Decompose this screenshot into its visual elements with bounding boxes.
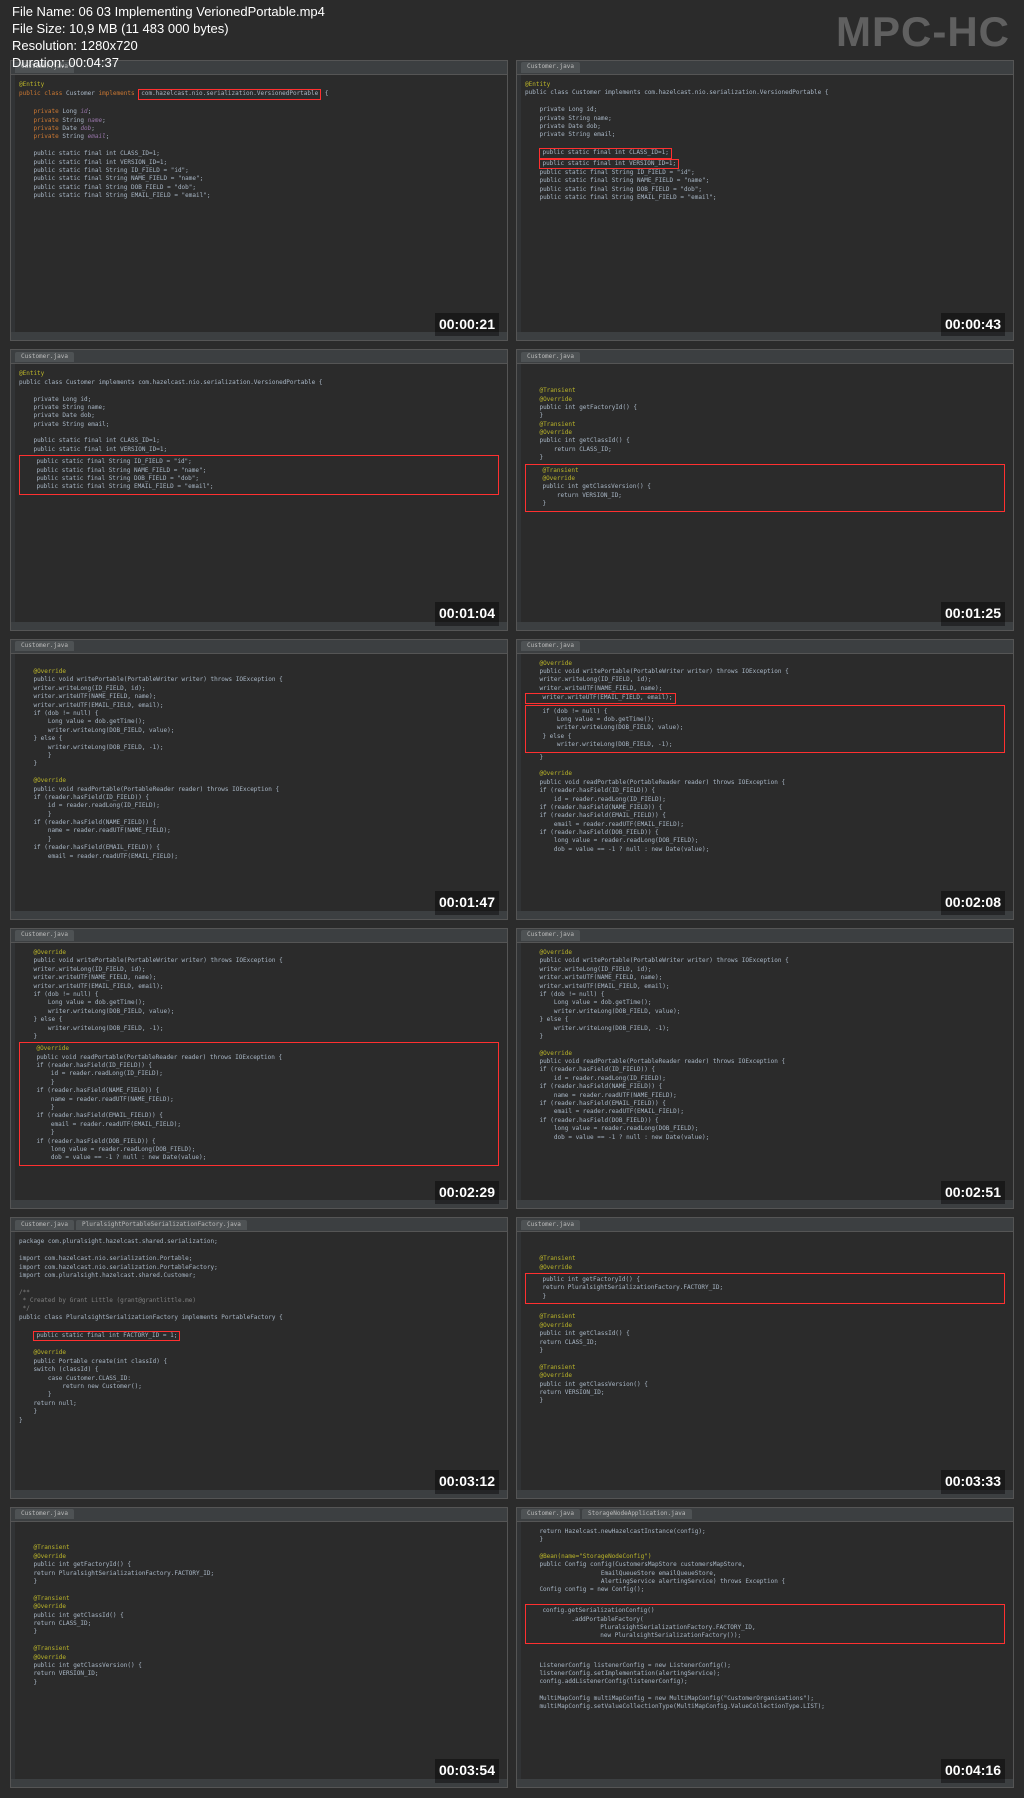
app-watermark: MPC-HC xyxy=(836,8,1010,56)
timestamp: 00:02:51 xyxy=(941,1181,1005,1205)
file-name: File Name: 06 03 Implementing VerionedPo… xyxy=(12,4,325,21)
timestamp: 00:02:08 xyxy=(941,891,1005,915)
thumbnail-9[interactable]: Customer.javaPluralsightPortableSerializ… xyxy=(10,1217,508,1498)
editor-tab: Customer.java xyxy=(521,1220,580,1230)
editor-tab-2: PluralsightPortableSerializationFactory.… xyxy=(76,1220,247,1230)
thumbnail-10[interactable]: Customer.java @Transient @Override publi… xyxy=(516,1217,1014,1498)
thumbnail-1[interactable]: Customer.java @Entity public class Custo… xyxy=(10,60,508,341)
thumbnail-3[interactable]: Customer.java @Entity public class Custo… xyxy=(10,349,508,630)
timestamp: 00:03:33 xyxy=(941,1470,1005,1494)
editor-tab: Customer.java xyxy=(15,1509,74,1519)
thumbnail-12[interactable]: Customer.javaStorageNodeApplication.java… xyxy=(516,1507,1014,1788)
code-view: @Transient @Override public int getFacto… xyxy=(517,1232,1013,1411)
timestamp: 00:03:54 xyxy=(435,1759,499,1783)
thumbnail-grid: Customer.java @Entity public class Custo… xyxy=(10,60,1014,1788)
timestamp: 00:02:29 xyxy=(435,1181,499,1205)
editor-tab: Customer.java xyxy=(15,641,74,651)
editor-tab: Customer.java xyxy=(521,352,580,362)
file-info-overlay: File Name: 06 03 Implementing VerionedPo… xyxy=(12,4,325,72)
timestamp: 00:00:43 xyxy=(941,313,1005,337)
timestamp: 00:03:12 xyxy=(435,1470,499,1494)
code-view: @Override public void writePortable(Port… xyxy=(517,654,1013,861)
thumbnail-6[interactable]: Customer.java @Override public void writ… xyxy=(516,639,1014,920)
code-view: @Entity public class Customer implements… xyxy=(11,75,507,206)
thumbnail-4[interactable]: Customer.java @Transient @Override publi… xyxy=(516,349,1014,630)
thumbnail-7[interactable]: Customer.java @Override public void writ… xyxy=(10,928,508,1209)
editor-tab: Customer.java xyxy=(521,1509,580,1519)
thumbnail-2[interactable]: Customer.java @Entity public class Custo… xyxy=(516,60,1014,341)
code-view: @Entity public class Customer implements… xyxy=(517,75,1013,208)
thumbnail-11[interactable]: Customer.java @Transient @Override publi… xyxy=(10,1507,508,1788)
timestamp: 00:00:21 xyxy=(435,313,499,337)
code-view: return Hazelcast.newHazelcastInstance(co… xyxy=(517,1522,1013,1718)
code-view: package com.pluralsight.hazelcast.shared… xyxy=(11,1232,507,1431)
code-view: @Transient @Override public int getFacto… xyxy=(517,364,1013,518)
editor-tab-3: StorageNodeApplication.java xyxy=(582,1509,692,1519)
editor-tab: Customer.java xyxy=(15,352,74,362)
editor-tab: Customer.java xyxy=(521,930,580,940)
code-view: @Entity public class Customer implements… xyxy=(11,364,507,501)
timestamp: 00:01:04 xyxy=(435,602,499,626)
timestamp: 00:01:25 xyxy=(941,602,1005,626)
file-duration: Duration: 00:04:37 xyxy=(12,55,325,72)
code-view: @Override public void writePortable(Port… xyxy=(517,943,1013,1148)
thumbnail-8[interactable]: Customer.java @Override public void writ… xyxy=(516,928,1014,1209)
file-size: File Size: 10,9 MB (11 483 000 bytes) xyxy=(12,21,325,38)
code-view: @Transient @Override public int getFacto… xyxy=(11,1522,507,1693)
thumbnail-5[interactable]: Customer.java @Override public void writ… xyxy=(10,639,508,920)
editor-tab: Customer.java xyxy=(15,930,74,940)
code-view: @Override public void writePortable(Port… xyxy=(11,943,507,1173)
code-view: @Override public void writePortable(Port… xyxy=(11,654,507,867)
editor-tab: Customer.java xyxy=(15,1220,74,1230)
editor-tab: Customer.java xyxy=(521,62,580,72)
file-resolution: Resolution: 1280x720 xyxy=(12,38,325,55)
timestamp: 00:01:47 xyxy=(435,891,499,915)
editor-tab: Customer.java xyxy=(521,641,580,651)
timestamp: 00:04:16 xyxy=(941,1759,1005,1783)
